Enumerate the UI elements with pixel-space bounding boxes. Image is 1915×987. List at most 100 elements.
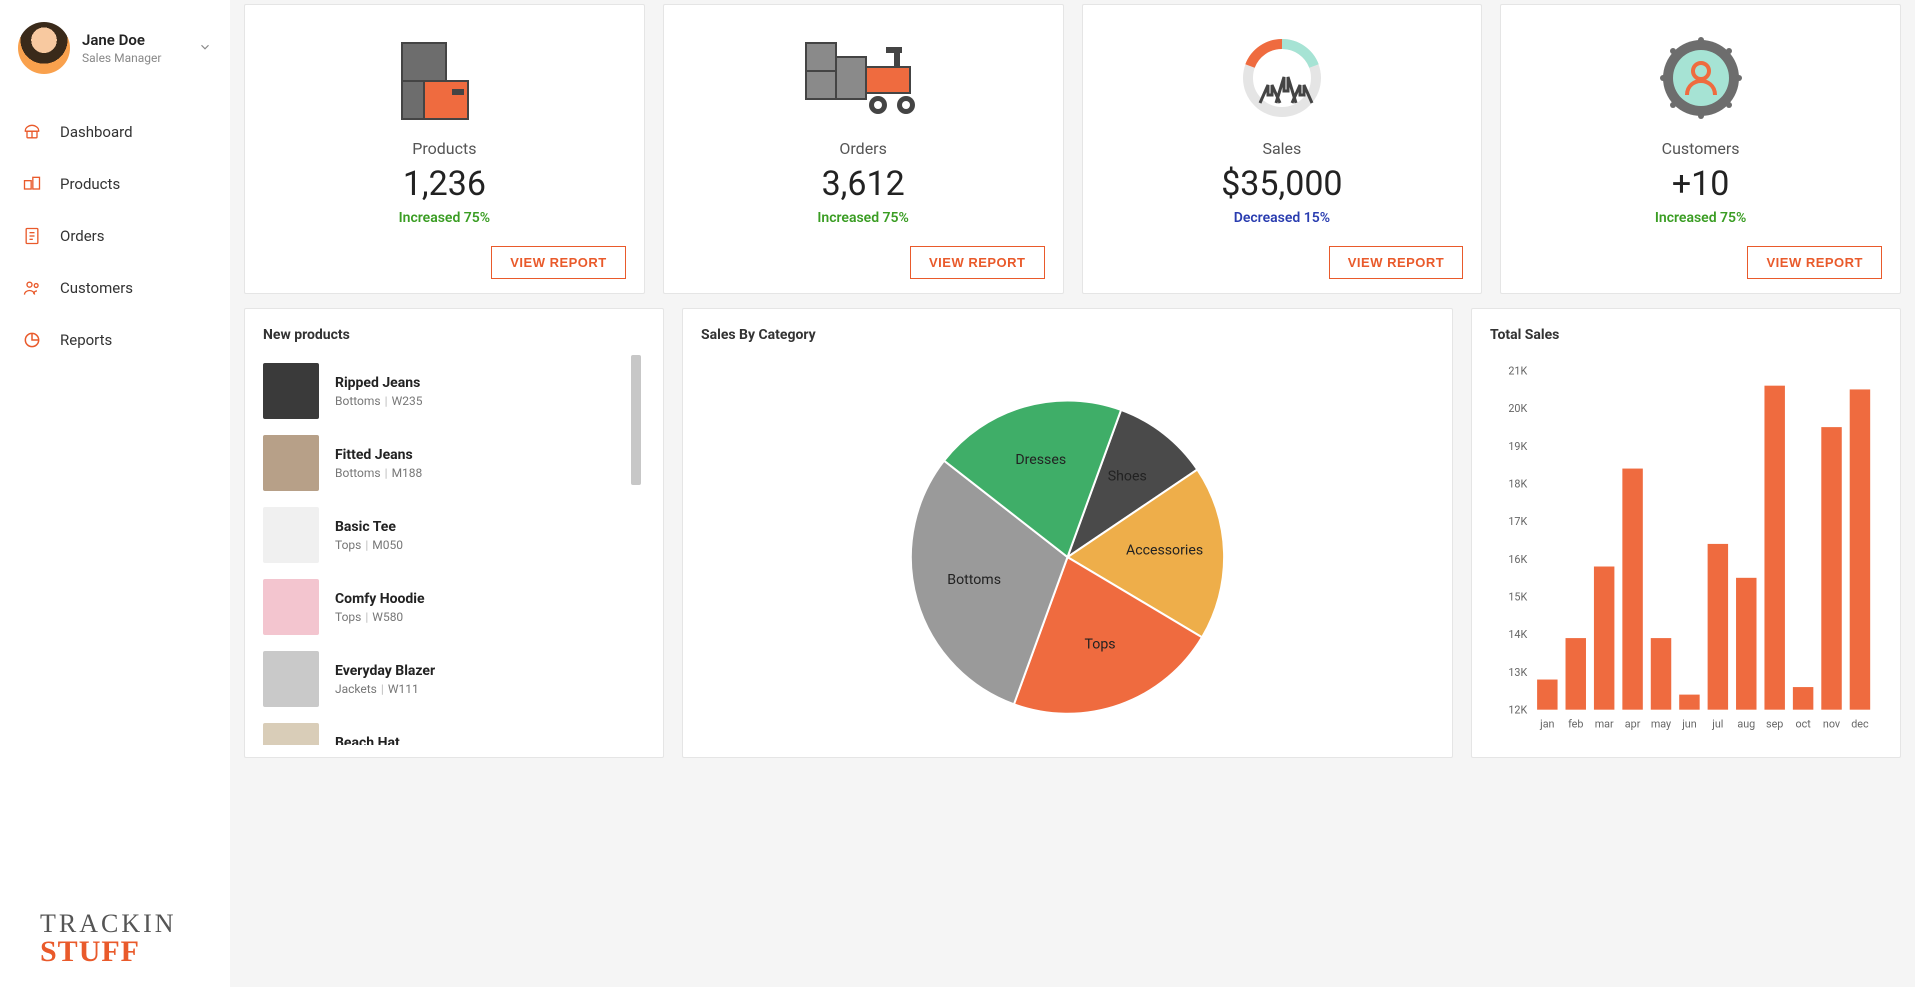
axis-tick-label: oct: [1795, 717, 1811, 730]
total-sales-panel: Total Sales 12K13K14K15K16K17K18K19K20K2…: [1471, 308, 1901, 758]
nav-label: Products: [60, 175, 120, 193]
orders-icon: [22, 226, 42, 246]
total-sales-chart: 12K13K14K15K16K17K18K19K20K21Kjanfebmara…: [1490, 355, 1882, 739]
avatar: [18, 22, 70, 74]
sales-card-icon: [1101, 33, 1464, 123]
pie-label: Accessories: [1126, 542, 1203, 558]
axis-tick-label: 14K: [1508, 628, 1527, 641]
axis-tick-label: dec: [1851, 717, 1869, 730]
panel-title: New products: [263, 327, 645, 343]
user-menu[interactable]: Jane Doe Sales Manager: [0, 18, 230, 98]
axis-tick-label: 17K: [1508, 515, 1527, 528]
bar[interactable]: [1566, 638, 1586, 710]
product-name: Comfy Hoodie: [335, 591, 425, 607]
view-report-button[interactable]: VIEW REPORT: [910, 246, 1045, 279]
sidebar-item-reports[interactable]: Reports: [0, 316, 230, 364]
panel-title: Total Sales: [1490, 327, 1882, 343]
sales-by-category-chart: ShoesAccessoriesTopsBottomsDresses: [701, 355, 1434, 739]
product-thumb: [263, 723, 319, 745]
axis-tick-label: jul: [1711, 717, 1723, 730]
axis-tick-label: feb: [1568, 717, 1583, 730]
bar[interactable]: [1594, 567, 1614, 710]
stat-value: +10: [1672, 164, 1730, 204]
customers-icon: [22, 278, 42, 298]
axis-tick-label: 12K: [1508, 704, 1527, 717]
bar[interactable]: [1793, 687, 1813, 710]
product-name: Basic Tee: [335, 519, 403, 535]
product-thumb: [263, 363, 319, 419]
nav-label: Orders: [60, 227, 105, 245]
user-role: Sales Manager: [82, 51, 161, 65]
product-name: Beach Hat: [335, 735, 442, 746]
axis-tick-label: sep: [1766, 717, 1783, 730]
bar[interactable]: [1708, 544, 1728, 710]
nav-label: Customers: [60, 279, 133, 297]
stat-card-products: Products 1,236 Increased 75% VIEW REPORT: [244, 4, 645, 294]
stat-delta: Increased 75%: [1655, 210, 1747, 226]
list-item[interactable]: Comfy Hoodie Tops|W580: [263, 571, 645, 643]
bar[interactable]: [1736, 578, 1756, 710]
list-item[interactable]: Ripped Jeans Bottoms|W235: [263, 355, 645, 427]
axis-tick-label: 15K: [1508, 591, 1527, 604]
view-report-button[interactable]: VIEW REPORT: [491, 246, 626, 279]
stat-card-orders: Orders 3,612 Increased 75% VIEW REPORT: [663, 4, 1064, 294]
product-meta: Bottoms|W235: [335, 394, 422, 408]
product-info: Basic Tee Tops|M050: [335, 519, 403, 552]
user-name: Jane Doe: [82, 31, 161, 49]
sidebar-item-orders[interactable]: Orders: [0, 212, 230, 260]
product-info: Everyday Blazer Jackets|W111: [335, 663, 435, 696]
axis-tick-label: 19K: [1508, 440, 1527, 453]
axis-tick-label: 13K: [1508, 666, 1527, 679]
stat-cards-row: Products 1,236 Increased 75% VIEW REPORT…: [240, 0, 1905, 294]
pie-label: Shoes: [1108, 469, 1147, 485]
brand-line2: STUFF: [40, 937, 177, 967]
axis-tick-label: apr: [1625, 717, 1641, 730]
sidebar-item-products[interactable]: Products: [0, 160, 230, 208]
bar[interactable]: [1821, 427, 1841, 710]
sidebar-item-dashboard[interactable]: Dashboard: [0, 108, 230, 156]
bar[interactable]: [1850, 389, 1870, 709]
product-name: Fitted Jeans: [335, 447, 422, 463]
brand-logo: TRACKIN STUFF: [40, 911, 177, 967]
list-item[interactable]: Basic Tee Tops|M050: [263, 499, 645, 571]
nav-label: Dashboard: [60, 123, 133, 141]
main-content: Products 1,236 Increased 75% VIEW REPORT…: [230, 0, 1915, 987]
bar[interactable]: [1679, 695, 1699, 710]
products-icon: [22, 174, 42, 194]
bar[interactable]: [1764, 386, 1784, 710]
stat-label: Products: [412, 139, 476, 158]
bar[interactable]: [1651, 638, 1671, 710]
stat-value: $35,000: [1221, 164, 1342, 204]
stat-delta: Decreased 15%: [1234, 210, 1330, 226]
bar[interactable]: [1537, 680, 1557, 710]
list-item[interactable]: Beach Hat Accessories|W322: [263, 715, 645, 745]
stat-card-customers: Customers +10 Increased 75% VIEW REPORT: [1500, 4, 1901, 294]
stat-value: 3,612: [822, 164, 905, 204]
axis-tick-label: 16K: [1508, 553, 1527, 566]
list-item[interactable]: Everyday Blazer Jackets|W111: [263, 643, 645, 715]
scrollbar[interactable]: [631, 355, 641, 485]
stat-delta: Increased 75%: [817, 210, 909, 226]
dashboard-icon: [22, 122, 42, 142]
axis-tick-label: jan: [1539, 717, 1554, 730]
chevron-down-icon: [198, 39, 212, 58]
axis-tick-label: 21K: [1508, 365, 1527, 378]
axis-tick-label: may: [1651, 717, 1671, 730]
product-info: Beach Hat Accessories|W322: [335, 735, 442, 746]
product-meta: Tops|M050: [335, 538, 403, 552]
axis-tick-label: jun: [1681, 717, 1697, 730]
view-report-button[interactable]: VIEW REPORT: [1329, 246, 1464, 279]
bar[interactable]: [1622, 469, 1642, 710]
panel-title: Sales By Category: [701, 327, 1434, 343]
product-meta: Tops|W580: [335, 610, 425, 624]
product-thumb: [263, 579, 319, 635]
nav: Dashboard Products Orders Customers Repo…: [0, 108, 230, 364]
view-report-button[interactable]: VIEW REPORT: [1747, 246, 1882, 279]
axis-tick-label: nov: [1823, 717, 1841, 730]
pie-label: Bottoms: [947, 572, 1001, 588]
list-item[interactable]: Fitted Jeans Bottoms|M188: [263, 427, 645, 499]
product-meta: Jackets|W111: [335, 682, 435, 696]
sidebar-item-customers[interactable]: Customers: [0, 264, 230, 312]
products-list[interactable]: Ripped Jeans Bottoms|W235 Fitted Jeans B…: [263, 355, 645, 745]
stat-label: Orders: [839, 139, 886, 158]
